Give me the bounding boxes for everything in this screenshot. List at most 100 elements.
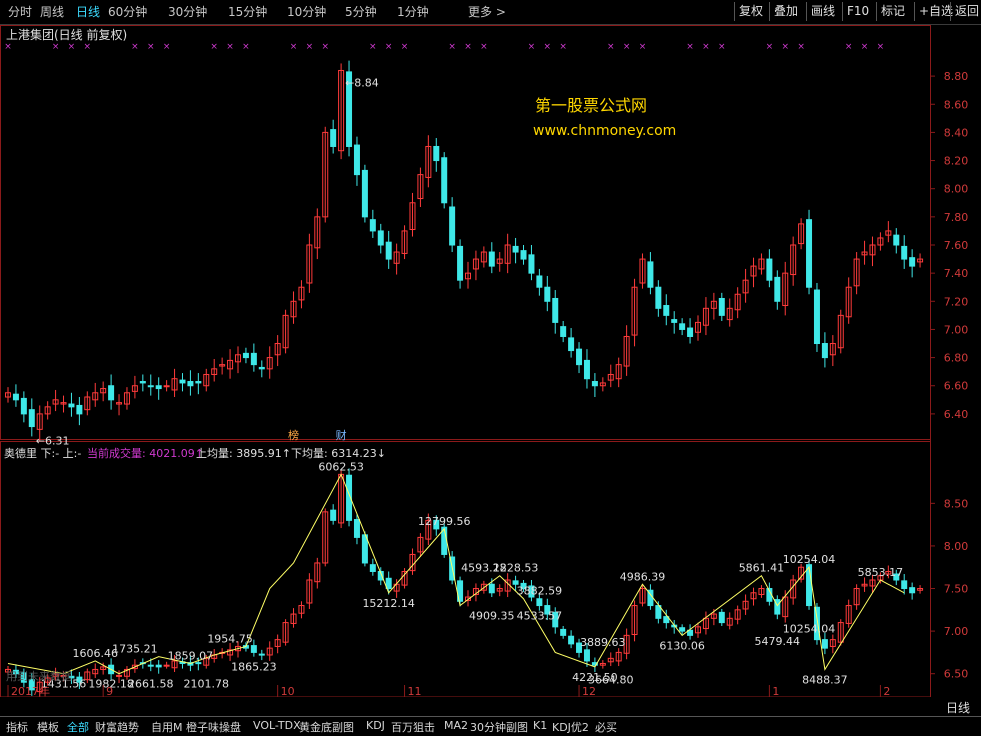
price-candle[interactable] bbox=[155, 385, 162, 390]
indicator-candle[interactable] bbox=[195, 662, 202, 665]
indicator-tab-4[interactable]: 自用M bbox=[151, 719, 183, 735]
indicator-candle[interactable] bbox=[806, 564, 813, 607]
price-candle[interactable] bbox=[488, 251, 495, 267]
timeframe-2[interactable]: 日线 bbox=[76, 3, 100, 20]
price-candle[interactable] bbox=[647, 261, 654, 288]
toolbar-button-6[interactable]: 返回 bbox=[950, 2, 981, 21]
price-candle[interactable] bbox=[108, 385, 115, 401]
price-candle[interactable] bbox=[512, 245, 519, 253]
indicator-candle[interactable] bbox=[909, 587, 916, 594]
price-candle[interactable] bbox=[813, 289, 820, 345]
indicator-candle[interactable] bbox=[258, 653, 265, 656]
toolbar-button-4[interactable]: 标记 bbox=[876, 2, 909, 21]
indicator-candle[interactable] bbox=[116, 674, 123, 677]
indicator-tab-2[interactable]: 全部 bbox=[67, 719, 89, 735]
indicator-tab-1[interactable]: 模板 bbox=[37, 719, 59, 735]
indicator-candle[interactable] bbox=[488, 583, 495, 594]
price-candle[interactable] bbox=[163, 385, 170, 388]
indicator-candle[interactable] bbox=[163, 664, 170, 667]
indicator-candle[interactable] bbox=[718, 611, 725, 624]
indicator-candle[interactable] bbox=[353, 519, 360, 538]
indicator-candle[interactable] bbox=[560, 628, 567, 636]
indicator-candle[interactable] bbox=[369, 564, 376, 572]
price-candle[interactable] bbox=[679, 323, 686, 330]
toolbar-button-0[interactable]: 复权 bbox=[734, 2, 767, 21]
price-candle[interactable] bbox=[583, 359, 590, 380]
price-candle[interactable] bbox=[76, 404, 83, 415]
price-candle[interactable] bbox=[774, 276, 781, 302]
indicator-tab-14[interactable]: 必买 bbox=[595, 719, 617, 735]
indicator-tab-12[interactable]: K1 bbox=[533, 719, 547, 732]
price-candle[interactable] bbox=[195, 381, 202, 384]
price-candle[interactable] bbox=[552, 297, 559, 323]
timeframe-1[interactable]: 周线 bbox=[40, 3, 64, 20]
timeframe-8[interactable]: 1分钟 bbox=[397, 3, 429, 20]
indicator-candle[interactable] bbox=[536, 598, 543, 607]
price-candle[interactable] bbox=[901, 245, 908, 260]
indicator-tab-13[interactable]: KDJ优2 bbox=[552, 719, 589, 735]
indicator-tab-0[interactable]: 指标 bbox=[6, 719, 28, 735]
price-candle[interactable] bbox=[147, 385, 154, 388]
price-candle[interactable] bbox=[433, 145, 440, 162]
price-candle[interactable] bbox=[806, 219, 813, 288]
timeframe-4[interactable]: 30分钟 bbox=[168, 3, 207, 20]
price-candle[interactable] bbox=[766, 258, 773, 281]
price-candle[interactable] bbox=[377, 230, 384, 246]
price-candle[interactable] bbox=[369, 219, 376, 232]
indicator-candle[interactable] bbox=[583, 649, 590, 662]
price-candle[interactable] bbox=[457, 245, 464, 281]
price-candle[interactable] bbox=[441, 157, 448, 204]
price-candle[interactable] bbox=[242, 352, 249, 359]
price-candle[interactable] bbox=[663, 305, 670, 316]
toolbar-button-1[interactable]: 叠加 bbox=[769, 2, 802, 21]
indicator-tab-5[interactable]: 橙子味操盘 bbox=[186, 719, 241, 735]
price-candle[interactable] bbox=[821, 343, 828, 359]
indicator-tab-6[interactable]: VOL-TDX bbox=[253, 719, 301, 732]
indicator-candle[interactable] bbox=[147, 664, 154, 667]
price-candle[interactable] bbox=[20, 397, 27, 415]
price-candle[interactable] bbox=[353, 144, 360, 176]
price-candle[interactable] bbox=[544, 286, 551, 302]
price-candle[interactable] bbox=[520, 250, 527, 260]
price-candle[interactable] bbox=[591, 381, 598, 387]
price-candle[interactable] bbox=[568, 337, 575, 352]
price-candle[interactable] bbox=[671, 319, 678, 323]
price-candle[interactable] bbox=[179, 379, 186, 384]
price-candle[interactable] bbox=[655, 286, 662, 309]
price-candle[interactable] bbox=[385, 241, 392, 260]
period-button[interactable]: 日线 bbox=[936, 699, 980, 715]
price-candle[interactable] bbox=[536, 275, 543, 288]
timeframe-3[interactable]: 60分钟 bbox=[108, 3, 147, 20]
price-candle[interactable] bbox=[187, 381, 194, 387]
indicator-tab-3[interactable]: 财富趋势 bbox=[95, 719, 139, 735]
indicator-candle[interactable] bbox=[568, 635, 575, 645]
indicator-tab-7[interactable]: 黄金底副图 bbox=[299, 719, 354, 735]
timeframe-6[interactable]: 10分钟 bbox=[287, 3, 326, 20]
price-candle[interactable] bbox=[258, 366, 265, 370]
indicator-tab-11[interactable]: 30分钟副图 bbox=[470, 719, 528, 735]
indicator-candle[interactable] bbox=[901, 580, 908, 590]
indicator-candle[interactable] bbox=[155, 664, 162, 668]
indicator-candle[interactable] bbox=[679, 627, 686, 632]
price-candle[interactable] bbox=[687, 327, 694, 337]
indicator-candle[interactable] bbox=[512, 580, 519, 585]
price-candle[interactable] bbox=[139, 381, 146, 384]
timeframe-9[interactable]: 更多 > bbox=[468, 3, 506, 20]
indicator-candle[interactable] bbox=[385, 577, 392, 590]
price-candle[interactable] bbox=[576, 348, 583, 366]
price-candle[interactable] bbox=[718, 297, 725, 316]
toolbar-button-2[interactable]: 画线 bbox=[806, 2, 839, 21]
price-candle[interactable] bbox=[361, 169, 368, 218]
kline-chart[interactable]: 6.40 6.60 6.80 7.00 7.20 7.40 7.60 7.80 8.00 8.20… bbox=[0, 25, 981, 697]
price-candle[interactable] bbox=[68, 403, 75, 408]
indicator-candle[interactable] bbox=[250, 645, 257, 653]
indicator-tab-8[interactable]: KDJ bbox=[366, 719, 385, 732]
price-candle[interactable] bbox=[449, 206, 456, 246]
timeframe-5[interactable]: 15分钟 bbox=[228, 3, 267, 20]
price-candle[interactable] bbox=[12, 393, 19, 401]
timeframe-7[interactable]: 5分钟 bbox=[345, 3, 377, 20]
price-candle[interactable] bbox=[909, 257, 916, 267]
toolbar-button-3[interactable]: F10 bbox=[842, 2, 873, 21]
indicator-candle[interactable] bbox=[330, 509, 337, 521]
indicator-tab-9[interactable]: 百万狙击 bbox=[391, 719, 435, 735]
